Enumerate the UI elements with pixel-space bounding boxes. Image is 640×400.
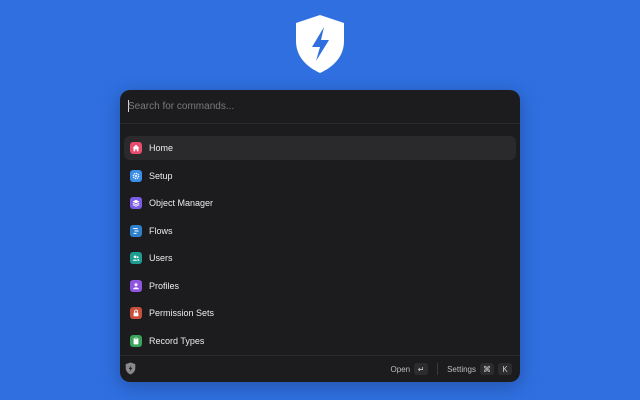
command-list: Home Setup Object Manager Flows Users Pr…: [124, 136, 516, 356]
command-item-label: Setup: [149, 170, 173, 181]
lock-icon: [130, 307, 142, 319]
command-item-flows[interactable]: Flows: [124, 219, 516, 243]
flow-icon: [130, 224, 142, 237]
enter-key-icon: ↵: [414, 363, 429, 375]
command-item-label: Home: [149, 143, 174, 153]
home-icon: [130, 142, 142, 154]
open-button[interactable]: Open ↵: [391, 363, 429, 375]
search-input[interactable]: [128, 96, 508, 116]
command-item-label: Object Manager: [149, 198, 214, 208]
open-label: Open: [390, 364, 411, 374]
command-item-users[interactable]: Users: [124, 246, 516, 270]
shield-bolt-icon: [125, 362, 136, 375]
palette-footer: Open ↵ Settings ⌘ K: [120, 355, 520, 382]
profile-icon: [130, 279, 142, 292]
search-bar: [120, 90, 520, 124]
command-key-icon: ⌘: [480, 363, 494, 375]
gear-icon: [130, 169, 142, 182]
command-item-home[interactable]: Home: [124, 136, 516, 160]
settings-label: Settings: [447, 364, 476, 374]
command-item-profiles[interactable]: Profiles: [124, 274, 516, 298]
command-item-label: Profiles: [149, 280, 180, 291]
footer-actions: Open ↵ Settings ⌘ K: [391, 356, 512, 382]
command-item-label: Flows: [149, 225, 173, 236]
command-item-record-types[interactable]: Record Types: [124, 329, 516, 353]
command-item-label: Record Types: [149, 335, 205, 346]
command-item-permission-sets[interactable]: Permission Sets: [124, 301, 516, 325]
command-palette: Home Setup Object Manager Flows Users: [120, 90, 520, 382]
command-item-label: Users: [149, 253, 173, 263]
settings-button[interactable]: Settings ⌘ K: [447, 363, 512, 375]
layers-icon: [130, 197, 142, 209]
command-item-object-manager[interactable]: Object Manager: [124, 191, 516, 215]
command-item-setup[interactable]: Setup: [124, 164, 516, 188]
clipboard-icon: [130, 334, 142, 347]
k-key: K: [498, 363, 512, 375]
app-logo-icon: [293, 14, 347, 74]
users-icon: [130, 252, 142, 264]
command-item-label: Permission Sets: [149, 308, 215, 318]
footer-divider: [437, 363, 439, 375]
